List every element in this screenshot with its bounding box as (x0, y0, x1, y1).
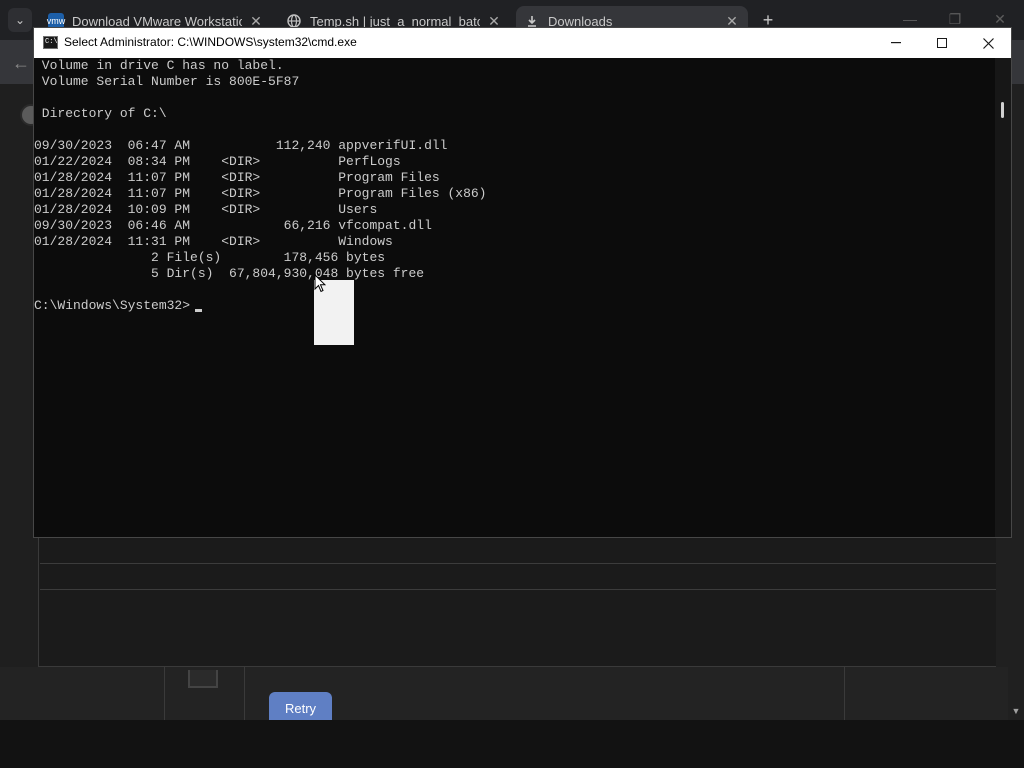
file-icon (188, 670, 218, 688)
tab-search-button[interactable]: ⌄ (8, 8, 32, 32)
download-list-panel (38, 535, 1016, 667)
console-line: 09/30/2023 06:46 AM 66,216 vfcompat.dll (34, 218, 432, 233)
cmd-window: C:\ Select Administrator: C:\WINDOWS\sys… (33, 27, 1012, 538)
scroll-down-arrow-icon[interactable]: ▼ (1008, 704, 1024, 718)
command-prompt: C:\Windows\System32> (34, 298, 191, 313)
console-output[interactable]: Volume in drive C has no label. Volume S… (34, 58, 995, 537)
console-line: 01/22/2024 08:34 PM <DIR> PerfLogs (34, 154, 401, 169)
console-scrollbar[interactable] (995, 58, 1011, 537)
back-button[interactable]: ← (8, 50, 34, 76)
divider (164, 667, 165, 720)
text-cursor (195, 309, 202, 312)
close-button[interactable] (965, 28, 1011, 58)
console-line: 01/28/2024 11:07 PM <DIR> Program Files (34, 170, 440, 185)
divider (40, 563, 1016, 564)
maximize-button[interactable] (919, 28, 965, 58)
console-line: 01/28/2024 11:31 PM <DIR> Windows (34, 234, 393, 249)
console-line: 09/30/2023 06:47 AM 112,240 appverifUI.d… (34, 138, 448, 153)
divider (844, 667, 845, 720)
console-line: 01/28/2024 10:09 PM <DIR> Users (34, 202, 378, 217)
scrollbar-thumb[interactable] (1001, 102, 1004, 118)
window-title: Select Administrator: C:\WINDOWS\system3… (64, 35, 357, 49)
download-item-row (0, 667, 1010, 720)
console-line: Volume Serial Number is 800E-5F87 (34, 74, 300, 89)
mouse-pointer-icon (314, 274, 326, 293)
console-line: 2 File(s) 178,456 bytes (34, 250, 386, 265)
console-line: 01/28/2024 11:07 PM <DIR> Program Files … (34, 186, 487, 201)
taskbar (0, 720, 1024, 768)
divider (244, 667, 245, 720)
cmd-title-bar[interactable]: C:\ Select Administrator: C:\WINDOWS\sys… (34, 28, 1011, 58)
console-line: Volume in drive C has no label. (34, 58, 284, 73)
minimize-button[interactable] (873, 28, 919, 58)
cmd-app-icon: C:\ (43, 36, 58, 49)
maximize-icon (937, 38, 947, 48)
console-line: Directory of C:\ (34, 106, 167, 121)
console-line: 5 Dir(s) 67,804,930,048 bytes free (34, 266, 425, 281)
divider (40, 589, 1016, 590)
